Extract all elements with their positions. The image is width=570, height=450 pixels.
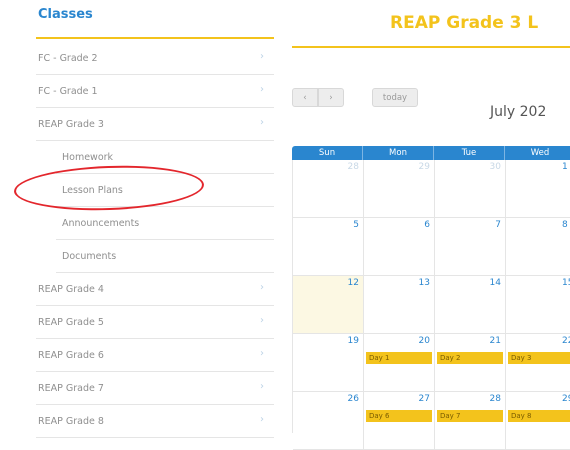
calendar-day-cell[interactable]: 29: [364, 160, 435, 218]
day-number: 28: [347, 162, 359, 172]
day-number: 21: [489, 336, 501, 346]
chevron-right-icon: ›: [260, 117, 264, 128]
calendar-day-cell[interactable]: 8: [506, 218, 570, 276]
day-number: 8: [562, 220, 568, 230]
day-number: 5: [353, 220, 359, 230]
day-number: 27: [418, 394, 430, 404]
page-title: REAP Grade 3 L: [390, 13, 539, 33]
day-number: 12: [347, 278, 359, 288]
calendar-day-cell[interactable]: 28 Day 7: [435, 392, 506, 450]
calendar-day-cell[interactable]: 7: [435, 218, 506, 276]
sidebar-item-label: REAP Grade 7: [38, 383, 104, 394]
sidebar-item-label: REAP Grade 5: [38, 317, 104, 328]
calendar-day-cell[interactable]: 28: [293, 160, 364, 218]
sidebar-subitem-documents[interactable]: Documents: [56, 240, 274, 273]
day-number: 30: [489, 162, 501, 172]
day-number: 22: [562, 336, 570, 346]
chevron-right-icon: ›: [260, 414, 264, 425]
calendar-day-cell[interactable]: 13: [364, 276, 435, 334]
sidebar-subitem-announcements[interactable]: Announcements: [56, 207, 274, 240]
calendar-event[interactable]: Day 1: [366, 352, 432, 364]
prev-button[interactable]: ‹: [292, 88, 318, 107]
calendar-event[interactable]: Day 3: [508, 352, 570, 364]
chevron-right-icon: ›: [260, 381, 264, 392]
chevron-right-icon: ›: [260, 84, 264, 95]
day-number: 26: [347, 394, 359, 404]
day-header-wed: Wed: [505, 146, 570, 160]
day-number: 28: [489, 394, 501, 404]
calendar-day-cell[interactable]: 20 Day 1: [364, 334, 435, 392]
sidebar-item-reap-grade-7[interactable]: REAP Grade 7 ›: [36, 372, 274, 405]
day-header-sun: Sun: [292, 146, 363, 160]
day-header-mon: Mon: [363, 146, 434, 160]
sidebar-item-label: REAP Grade 6: [38, 350, 104, 361]
calendar-day-cell[interactable]: 19: [293, 334, 364, 392]
day-number: 7: [495, 220, 501, 230]
calendar-header: Sun Mon Tue Wed: [292, 146, 570, 160]
today-button[interactable]: today: [372, 88, 418, 107]
sidebar-title: Classes: [38, 7, 93, 22]
chevron-right-icon: ›: [260, 348, 264, 359]
chevron-left-icon: ‹: [303, 92, 307, 103]
sidebar-item-label: FC - Grade 2: [38, 53, 98, 64]
classes-sidebar: Classes FC - Grade 2 › FC - Grade 1 › RE…: [0, 0, 277, 438]
page-title-underline: [292, 46, 570, 48]
day-number: 29: [418, 162, 430, 172]
calendar-event[interactable]: Day 7: [437, 410, 503, 422]
sidebar-item-label: REAP Grade 8: [38, 416, 104, 427]
calendar-day-cell[interactable]: 5: [293, 218, 364, 276]
calendar-day-cell[interactable]: 29 Day 8: [506, 392, 570, 450]
sidebar-item-label: REAP Grade 3: [38, 119, 104, 130]
day-number: 15: [562, 278, 570, 288]
chevron-right-icon: ›: [260, 282, 264, 293]
calendar-day-cell[interactable]: 14: [435, 276, 506, 334]
day-number: 29: [562, 394, 570, 404]
sidebar-item-fc-grade-1[interactable]: FC - Grade 1 ›: [36, 75, 274, 108]
calendar-event[interactable]: Day 6: [366, 410, 432, 422]
day-number: 19: [347, 336, 359, 346]
calendar-day-cell[interactable]: 15: [506, 276, 570, 334]
calendar-day-cell[interactable]: 21 Day 2: [435, 334, 506, 392]
sidebar-item-reap-grade-8[interactable]: REAP Grade 8 ›: [36, 405, 274, 438]
sidebar-title-underline: [36, 37, 274, 39]
calendar-day-cell[interactable]: 6: [364, 218, 435, 276]
sidebar-subitem-label: Announcements: [62, 218, 140, 229]
sidebar-item-reap-grade-4[interactable]: REAP Grade 4 ›: [36, 273, 274, 306]
sidebar-item-fc-grade-2[interactable]: FC - Grade 2 ›: [36, 42, 274, 75]
calendar-title: July 202: [490, 104, 547, 120]
calendar-event[interactable]: Day 8: [508, 410, 570, 422]
calendar-day-cell[interactable]: 26: [293, 392, 364, 450]
chevron-right-icon: ›: [260, 315, 264, 326]
sidebar-item-reap-grade-6[interactable]: REAP Grade 6 ›: [36, 339, 274, 372]
day-number: 1: [562, 162, 568, 172]
calendar-day-cell[interactable]: 12: [293, 276, 364, 334]
calendar-day-cell[interactable]: 30: [435, 160, 506, 218]
next-button[interactable]: ›: [318, 88, 344, 107]
day-number: 13: [418, 278, 430, 288]
calendar-day-cell[interactable]: 27 Day 6: [364, 392, 435, 450]
calendar-event[interactable]: Day 2: [437, 352, 503, 364]
sidebar-item-reap-grade-5[interactable]: REAP Grade 5 ›: [36, 306, 274, 339]
day-header-tue: Tue: [434, 146, 505, 160]
calendar-day-cell[interactable]: 1: [506, 160, 570, 218]
sidebar-subitem-label: Homework: [62, 152, 114, 163]
chevron-right-icon: ›: [329, 92, 333, 103]
chevron-right-icon: ›: [260, 51, 264, 62]
sidebar-item-label: FC - Grade 1: [38, 86, 98, 97]
day-number: 14: [489, 278, 501, 288]
sidebar-item-label: REAP Grade 4: [38, 284, 104, 295]
day-number: 20: [418, 336, 430, 346]
sidebar-subitem-label: Documents: [62, 251, 117, 262]
sidebar-item-reap-grade-3[interactable]: REAP Grade 3 ›: [36, 108, 274, 141]
calendar-day-cell[interactable]: 22 Day 3: [506, 334, 570, 392]
day-number: 6: [424, 220, 430, 230]
